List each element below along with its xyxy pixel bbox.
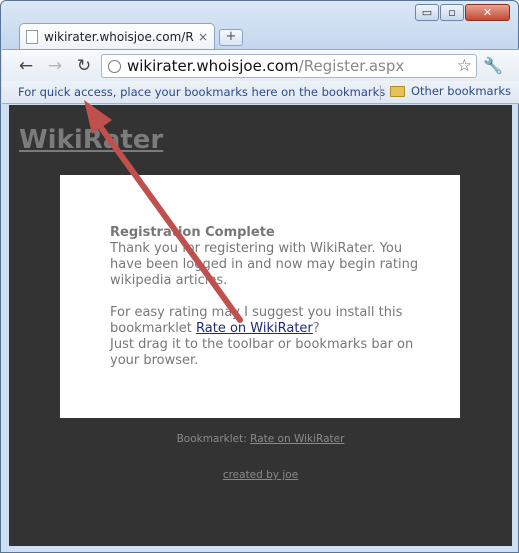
site-title-link[interactable]: WikiRater bbox=[19, 125, 163, 155]
browser-toolbar: ← → ↻ wikirater.whoisjoe.com /Register.a… bbox=[2, 49, 519, 81]
address-bar[interactable]: wikirater.whoisjoe.com /Register.aspx ☆ bbox=[101, 54, 477, 78]
page-icon bbox=[26, 29, 38, 44]
title-bar: wikirater.whoisjoe.com/R... × + ▭ ▫ ✕ bbox=[1, 1, 518, 49]
url-host: wikirater.whoisjoe.com bbox=[127, 57, 299, 75]
url-path: /Register.aspx bbox=[298, 57, 405, 75]
footer-bookmarklet-label: Bookmarklet: bbox=[176, 433, 251, 445]
bookmarks-separator bbox=[380, 85, 381, 100]
reload-icon[interactable]: ↻ bbox=[74, 56, 94, 76]
new-tab-button[interactable]: + bbox=[219, 29, 243, 46]
tab-close-icon[interactable]: × bbox=[198, 30, 208, 44]
footer-bookmarklet: Bookmarklet: Rate on WikiRater bbox=[9, 433, 512, 445]
folder-icon bbox=[390, 85, 405, 97]
other-bookmarks-label: Other bookmarks bbox=[411, 84, 511, 98]
other-bookmarks-button[interactable]: Other bookmarks bbox=[390, 84, 511, 98]
minimize-button[interactable]: ▭ bbox=[415, 4, 439, 21]
drag-instructions: Just drag it to the toolbar or bookmarks… bbox=[110, 337, 414, 368]
footer-bookmarklet-link[interactable]: Rate on WikiRater bbox=[250, 433, 344, 445]
registration-card: Registration Complete Thank you for regi… bbox=[60, 175, 460, 418]
browser-window: wikirater.whoisjoe.com/R... × + ▭ ▫ ✕ ← … bbox=[0, 0, 519, 553]
globe-icon bbox=[108, 59, 121, 73]
wrench-icon[interactable]: 🔧 bbox=[483, 56, 503, 75]
tab-title: wikirater.whoisjoe.com/R... bbox=[44, 29, 194, 44]
maximize-button[interactable]: ▫ bbox=[440, 4, 464, 21]
browser-tab[interactable]: wikirater.whoisjoe.com/R... × bbox=[19, 23, 215, 49]
card-text: Registration Complete Thank you for regi… bbox=[110, 225, 420, 369]
close-window-button[interactable]: ✕ bbox=[465, 4, 510, 21]
star-icon[interactable]: ☆ bbox=[457, 55, 472, 77]
suggestion-suffix: ? bbox=[312, 321, 320, 336]
bookmarks-hint: For quick access, place your bookmarks h… bbox=[18, 85, 400, 99]
page-content: WikiRater Registration Complete Thank yo… bbox=[9, 105, 512, 546]
back-icon[interactable]: ← bbox=[16, 56, 36, 76]
footer-credit: created by joe bbox=[9, 469, 512, 481]
bookmarklet-link[interactable]: Rate on WikiRater bbox=[196, 321, 313, 336]
forward-icon[interactable]: → bbox=[45, 56, 65, 76]
credit-link[interactable]: created by joe bbox=[223, 469, 298, 481]
card-message: Thank you for registering with WikiRater… bbox=[110, 241, 419, 288]
bookmarklet-suggestion: For easy rating may I suggest you instal… bbox=[110, 305, 420, 337]
bookmarks-bar: For quick access, place your bookmarks h… bbox=[2, 81, 519, 104]
card-heading: Registration Complete bbox=[110, 225, 275, 240]
